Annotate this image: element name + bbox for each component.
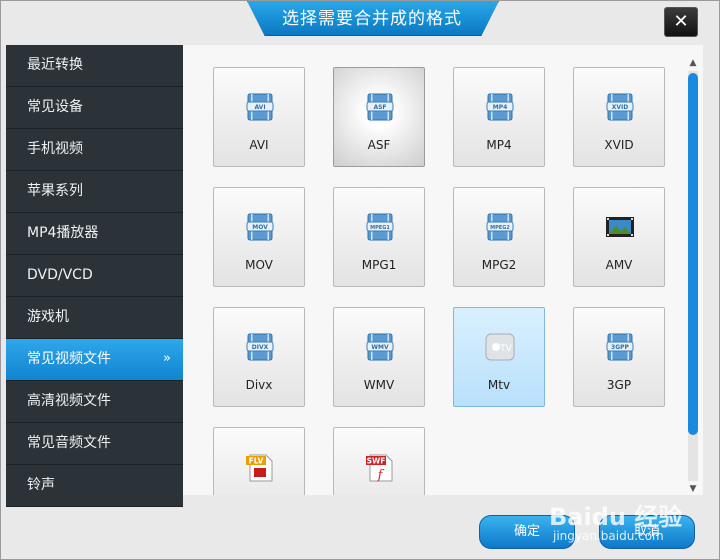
film-icon: MP4 — [485, 92, 515, 122]
scrollbar-thumb[interactable] — [688, 73, 698, 435]
svg-text:FLV: FLV — [249, 457, 264, 466]
chevron-right-icon: » — [163, 351, 171, 366]
film-icon: MOV — [245, 212, 275, 242]
watermark-text: Baidu 经验 — [549, 503, 683, 531]
swf-file-icon: f SWF — [365, 452, 395, 483]
format-tile[interactable]: f SWF — [333, 427, 425, 495]
svg-text:SWF: SWF — [367, 457, 386, 466]
sidebar-item[interactable]: 常见视频文件 » — [6, 339, 183, 381]
film-icon: ASF — [365, 92, 395, 122]
sidebar-item-label: MP4播放器 — [27, 225, 99, 241]
watermark-sub: jingyan.baidu.com — [553, 529, 664, 543]
format-tile[interactable]: TV Mtv — [453, 307, 545, 407]
scrollbar[interactable]: ▲ ▼ — [685, 57, 701, 495]
sidebar-item-label: 常见音频文件 — [27, 435, 111, 451]
scroll-down-arrow-icon[interactable]: ▼ — [685, 483, 701, 495]
sidebar-item-label: 苹果系列 — [27, 183, 83, 199]
format-label: 3GP — [606, 378, 632, 392]
sidebar-item-label: 手机视频 — [27, 141, 83, 157]
format-label: XVID — [604, 138, 634, 152]
svg-text:WMV: WMV — [371, 344, 389, 351]
apple-tv-icon: TV — [485, 332, 515, 362]
format-tile[interactable]: 3GPP 3GP — [573, 307, 665, 407]
svg-text:3GPP: 3GPP — [611, 344, 629, 351]
sidebar-item[interactable]: 苹果系列 — [6, 171, 183, 213]
svg-text:MPEG2: MPEG2 — [490, 225, 510, 231]
sidebar-item[interactable]: 常见音频文件 — [6, 423, 183, 465]
format-select-dialog: 选择需要合并成的格式 ✕ 最近转换常见设备手机视频苹果系列 MP4播放器 DVD/V… — [0, 0, 720, 560]
format-tile[interactable]: MPEG2 MPG2 — [453, 187, 545, 287]
format-label: MPG2 — [481, 258, 517, 272]
scroll-up-arrow-icon[interactable]: ▲ — [685, 57, 701, 69]
format-tile[interactable]: AMV — [573, 187, 665, 287]
close-button[interactable]: ✕ — [664, 7, 698, 37]
sidebar-item-label: 最近转换 — [27, 57, 83, 73]
format-label: MP4 — [486, 138, 512, 152]
format-label: Divx — [245, 378, 273, 392]
sidebar-item-label: 常见视频文件 — [27, 351, 111, 367]
film-icon: WMV — [365, 332, 395, 362]
svg-text:AVI: AVI — [254, 104, 265, 111]
sidebar-item[interactable]: 高清视频文件 — [6, 381, 183, 423]
format-label: MOV — [245, 258, 273, 272]
svg-text:XVID: XVID — [612, 104, 629, 111]
sidebar-item[interactable]: 游戏机 — [6, 297, 183, 339]
sidebar-item-label: DVD/VCD — [27, 267, 93, 283]
format-label: WMV — [363, 378, 395, 392]
format-grid-panel: AVI AVI ASF ASF MP4 MP4 XVID XVID MOV MOV MPEG1 MPG… — [183, 45, 703, 495]
sidebar-item-label: 铃声 — [27, 477, 55, 493]
format-tile[interactable]: AVI AVI — [213, 67, 305, 167]
format-tile[interactable]: WMV WMV — [333, 307, 425, 407]
svg-text:MPEG1: MPEG1 — [370, 225, 390, 231]
sidebar-item[interactable]: 手机视频 — [6, 129, 183, 171]
film-strip-landscape-icon — [605, 212, 635, 242]
format-label: AMV — [605, 258, 633, 272]
svg-text:MP4: MP4 — [493, 104, 508, 111]
format-tile[interactable]: FLV — [213, 427, 305, 495]
sidebar-item[interactable]: 铃声 — [6, 465, 183, 507]
sidebar-item-label: 游戏机 — [27, 309, 69, 325]
sidebar-item-label: 常见设备 — [27, 99, 83, 115]
format-tile[interactable]: MPEG1 MPG1 — [333, 187, 425, 287]
film-icon: 3GPP — [605, 332, 635, 362]
film-icon: XVID — [605, 92, 635, 122]
svg-text:ASF: ASF — [373, 104, 386, 111]
format-label: Mtv — [487, 378, 511, 392]
film-icon: AVI — [245, 92, 275, 122]
category-sidebar: 最近转换常见设备手机视频苹果系列 MP4播放器 DVD/VCD 游戏机常见视频文件 » 高… — [6, 45, 183, 507]
sidebar-item[interactable]: DVD/VCD — [6, 255, 183, 297]
format-tile[interactable]: DIVX Divx — [213, 307, 305, 407]
format-tile[interactable]: XVID XVID — [573, 67, 665, 167]
sidebar-item[interactable]: 最近转换 — [6, 45, 183, 87]
film-icon: MPEG1 — [365, 212, 395, 242]
flv-file-icon: FLV — [245, 452, 275, 482]
sidebar-item-label: 高清视频文件 — [27, 393, 111, 409]
svg-text:TV: TV — [499, 344, 512, 354]
film-icon: DIVX — [245, 332, 275, 362]
format-tile[interactable]: MOV MOV — [213, 187, 305, 287]
format-label: AVI — [249, 138, 269, 152]
film-icon: MPEG2 — [485, 212, 515, 242]
svg-text:DIVX: DIVX — [252, 344, 269, 351]
svg-text:MOV: MOV — [252, 224, 268, 231]
sidebar-item[interactable]: 常见设备 — [6, 87, 183, 129]
format-tile[interactable]: MP4 MP4 — [453, 67, 545, 167]
dialog-title: 选择需要合并成的格式 — [282, 9, 462, 29]
sidebar-item[interactable]: MP4播放器 — [6, 213, 183, 255]
format-label: MPG1 — [361, 258, 397, 272]
format-label: ASF — [367, 138, 391, 152]
format-tile[interactable]: ASF ASF — [333, 67, 425, 167]
